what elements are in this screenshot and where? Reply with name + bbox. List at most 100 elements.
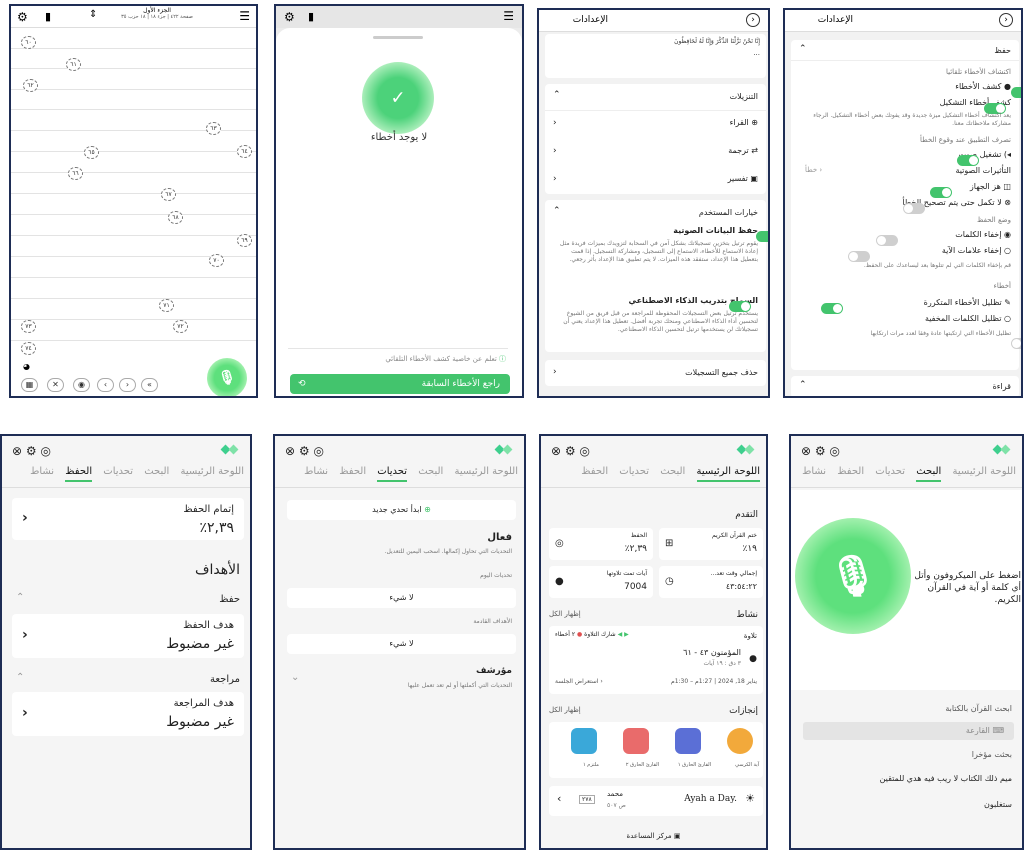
ayah-marker[interactable]: ٦١ bbox=[66, 58, 81, 71]
show-all-activity-link[interactable]: إظهار الكل bbox=[549, 610, 581, 618]
new-challenge-button[interactable]: ⊕ ابدأ تحدي جديد bbox=[287, 500, 516, 520]
badge-qari2[interactable] bbox=[623, 728, 649, 754]
tab-challenges[interactable]: تحديات bbox=[619, 466, 649, 477]
tab-activity[interactable]: نشاط bbox=[802, 466, 826, 477]
delete-recordings-item[interactable]: حذف جميع التسجيلات ‹ bbox=[545, 360, 766, 386]
user-icon[interactable]: ◕ bbox=[23, 362, 30, 371]
tab-search[interactable]: البحث bbox=[144, 466, 169, 477]
mic-off-icon[interactable]: ✕ bbox=[47, 378, 64, 392]
mic-button[interactable]: 🎙 bbox=[207, 358, 247, 396]
completion-card[interactable]: إتمام الحفظ ٢,٣٩٪ ‹ bbox=[12, 498, 244, 540]
chevron-up-icon[interactable]: ⌃ bbox=[553, 90, 561, 100]
sound-effects-select[interactable]: ‹ خطأ bbox=[805, 166, 822, 174]
chevron-up-icon[interactable]: ⌃ bbox=[16, 672, 24, 683]
detect-errors-toggle[interactable] bbox=[1011, 87, 1021, 98]
badge-kursi[interactable] bbox=[727, 728, 753, 754]
chevron-up-icon[interactable]: ⌃ bbox=[799, 380, 807, 390]
chevron-left-icon[interactable]: ‹ bbox=[553, 174, 557, 184]
tab-activity[interactable]: نشاط bbox=[30, 466, 54, 477]
ayah-marker[interactable]: ٦٣ bbox=[206, 122, 221, 135]
gear-icon[interactable]: ⚙ bbox=[565, 444, 576, 458]
total-time-card[interactable]: إجمالي وقت تعد... ٤٣:٥٤:٢٢ ◷ bbox=[659, 566, 763, 598]
fast-forward-icon[interactable]: « bbox=[141, 378, 158, 392]
tab-search[interactable]: البحث bbox=[418, 466, 443, 477]
close-icon[interactable]: ⊗ bbox=[12, 444, 22, 458]
session-review-link[interactable]: ‹ استعراض الجلسة bbox=[555, 678, 603, 685]
voice-search-button[interactable]: 🎙 bbox=[795, 518, 911, 634]
tab-challenges[interactable]: تحديات bbox=[377, 466, 408, 482]
highlight-repeated-toggle[interactable] bbox=[821, 303, 844, 314]
ayah-marker[interactable]: ٦٥ bbox=[84, 146, 99, 159]
badge-committed[interactable] bbox=[571, 728, 597, 754]
prev-icon[interactable]: ‹ bbox=[97, 378, 114, 392]
bookmark-icon[interactable]: ▮ bbox=[308, 10, 314, 23]
chevron-left-icon[interactable]: ‹ bbox=[553, 118, 557, 128]
close-icon[interactable]: ⊗ bbox=[801, 444, 811, 458]
tafsir-item[interactable]: ▣ تفسير bbox=[728, 174, 758, 183]
close-icon[interactable]: ⊗ bbox=[551, 444, 561, 458]
tab-dashboard[interactable]: اللوحة الرئيسية bbox=[181, 466, 244, 477]
play-icon[interactable]: ▶ bbox=[622, 631, 629, 638]
gear-icon[interactable]: ⚙ bbox=[815, 444, 826, 458]
tab-hifz[interactable]: الحفظ bbox=[837, 466, 864, 477]
tab-hifz[interactable]: الحفظ bbox=[339, 466, 366, 477]
tab-search[interactable]: البحث bbox=[916, 466, 942, 482]
chevron-down-icon[interactable]: ⌄ bbox=[291, 672, 299, 683]
ayah-marker[interactable]: ٦٠ bbox=[21, 36, 36, 49]
ayah-marker[interactable]: ٧٣ bbox=[21, 320, 36, 333]
tab-challenges[interactable]: تحديات bbox=[875, 466, 905, 477]
review-goal-card[interactable]: هدف المراجعة غير مضبوط ‹ bbox=[12, 692, 244, 736]
recent-search-item[interactable]: ميم ذلك الكتاب لا ريب فيه هدي للمتقين bbox=[880, 774, 1012, 783]
layout-icon[interactable]: ▦ bbox=[21, 378, 38, 392]
back-icon[interactable]: › bbox=[746, 13, 760, 27]
hifz-card[interactable]: الحفظ ٢,٣٩٪ ◎ bbox=[549, 528, 653, 560]
learn-hint[interactable]: ⓘ تعلم عن خاصية كشف الأخطاء التلقائي bbox=[326, 354, 506, 364]
tab-dashboard[interactable]: اللوحة الرئيسية bbox=[696, 466, 760, 482]
tab-challenges[interactable]: تحديات bbox=[103, 466, 133, 477]
tab-dashboard[interactable]: اللوحة الرئيسية bbox=[953, 466, 1016, 477]
save-voice-toggle[interactable] bbox=[756, 231, 768, 242]
dont-continue-toggle[interactable] bbox=[902, 203, 925, 214]
gear-icon[interactable]: ⚙ bbox=[284, 10, 295, 24]
translation-item[interactable]: ⇄ ترجمة bbox=[728, 146, 758, 155]
close-icon[interactable]: ⊗ bbox=[285, 444, 295, 458]
next-icon[interactable]: › bbox=[119, 378, 136, 392]
chevron-up-icon[interactable]: ⌃ bbox=[799, 44, 807, 54]
share-label[interactable]: شارك التلاوة bbox=[584, 631, 616, 638]
tab-activity[interactable]: نشاط bbox=[304, 466, 328, 477]
ayah-marker[interactable]: ٦٢ bbox=[23, 79, 38, 92]
review-errors-button[interactable]: راجع الأخطاء السابقة ⟲ bbox=[290, 374, 510, 394]
chevron-left-icon[interactable]: ‹ bbox=[553, 146, 557, 156]
profile-icon[interactable]: ◎ bbox=[40, 444, 50, 458]
eye-icon[interactable]: ◉ bbox=[73, 378, 90, 392]
help-center-link[interactable]: ▣ مركز المساعدة bbox=[541, 832, 766, 840]
tab-dashboard[interactable]: اللوحة الرئيسية bbox=[455, 466, 518, 477]
back-icon[interactable]: › bbox=[999, 13, 1013, 27]
gear-icon[interactable]: ⚙ bbox=[299, 444, 310, 458]
ayah-a-day-card[interactable]: ☀ Ayah a Day. محمد ص ٥٠٧ ٢٧٨ ‹ bbox=[549, 786, 763, 816]
show-all-achievements-link[interactable]: إظهار الكل bbox=[549, 706, 581, 714]
ayah-marker[interactable]: ٦٧ bbox=[161, 188, 176, 201]
chevron-up-icon[interactable]: ⌃ bbox=[553, 206, 561, 216]
sort-icon[interactable]: ⇕ bbox=[89, 9, 97, 20]
hifz-goal-card[interactable]: هدف الحفظ غير مضبوط ‹ bbox=[12, 614, 244, 658]
ayah-marker[interactable]: ٧٤ bbox=[21, 342, 36, 355]
bookmark-icon[interactable]: ▮ bbox=[45, 10, 51, 23]
ayah-marker[interactable]: ٧٠ bbox=[209, 254, 224, 267]
profile-icon[interactable]: ◎ bbox=[579, 444, 589, 458]
ayat-card[interactable]: آيات تمت تلاوتها 7004 ● bbox=[549, 566, 653, 598]
ayah-marker[interactable]: ٧٢ bbox=[173, 320, 188, 333]
search-input[interactable]: ⌨ القارعة bbox=[803, 722, 1014, 740]
ayah-marker[interactable]: ٦٦ bbox=[68, 167, 83, 180]
drag-handle[interactable] bbox=[373, 36, 423, 39]
highlight-hidden-toggle[interactable] bbox=[1011, 338, 1021, 349]
profile-icon[interactable]: ◎ bbox=[313, 444, 323, 458]
profile-icon[interactable]: ◎ bbox=[829, 444, 839, 458]
hide-ayah-marks-toggle[interactable] bbox=[848, 251, 871, 262]
gear-icon[interactable]: ⚙ bbox=[17, 10, 28, 24]
chevron-up-icon[interactable]: ⌃ bbox=[16, 592, 24, 603]
tab-search[interactable]: البحث bbox=[660, 466, 685, 477]
ayah-marker[interactable]: ٧١ bbox=[159, 299, 174, 312]
hide-words-toggle[interactable] bbox=[875, 235, 898, 246]
recent-search-item[interactable]: ستغلبون bbox=[984, 800, 1012, 809]
